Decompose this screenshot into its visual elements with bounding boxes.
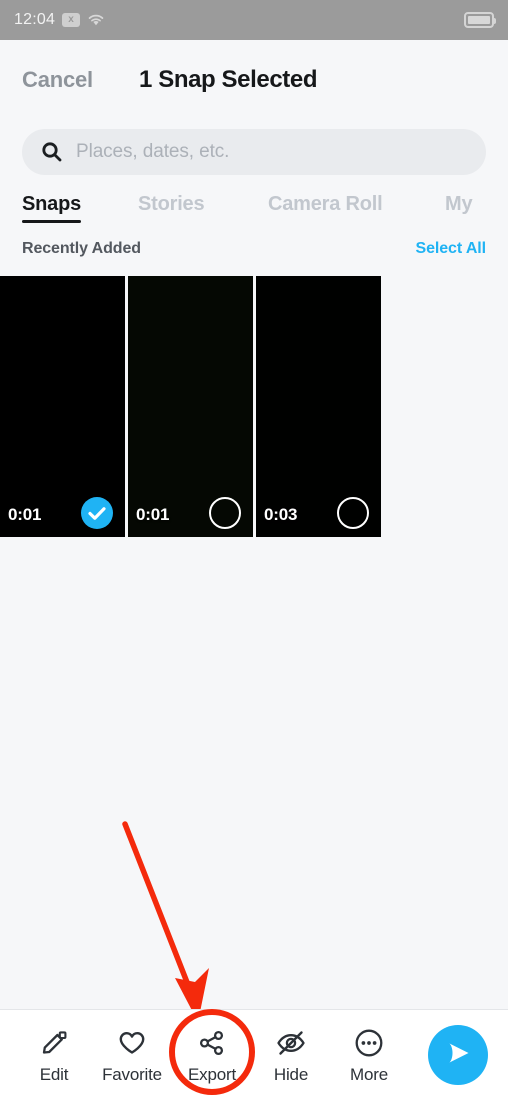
tab-stories[interactable]: Stories <box>138 193 205 216</box>
snap-duration: 0:01 <box>8 505 42 524</box>
more-button[interactable]: More <box>332 1026 406 1085</box>
bottom-toolbar: Edit Favorite Export Hide More <box>0 1009 508 1100</box>
battery-fill <box>468 16 490 24</box>
snap-duration: 0:03 <box>264 505 298 524</box>
hide-label: Hide <box>273 1065 309 1084</box>
snap-select-checkbox[interactable] <box>337 497 369 529</box>
snap-grid: 0:01 0:01 0:03 <box>0 276 508 537</box>
ellipsis-icon <box>353 1026 385 1060</box>
snap-duration: 0:01 <box>136 505 170 524</box>
status-bar-clock: 12:04 <box>14 11 56 28</box>
hide-button[interactable]: Hide <box>254 1026 328 1085</box>
send-arrow-icon <box>441 1036 475 1075</box>
search-input[interactable]: Places, dates, etc. <box>76 141 229 163</box>
snap-select-checkbox-checked[interactable] <box>81 497 113 529</box>
section-title: Recently Added <box>22 240 141 257</box>
search-bar[interactable]: Places, dates, etc. <box>22 129 486 175</box>
navigation-bar: Cancel 1 Snap Selected <box>0 40 508 120</box>
edit-label: Edit <box>39 1065 69 1084</box>
send-button[interactable] <box>428 1025 488 1085</box>
status-bar-left: 12:04 x <box>14 12 105 28</box>
page-title: 1 Snap Selected <box>139 66 318 93</box>
app-root: 12:04 x Cancel 1 Snap Selected Places, d… <box>0 0 508 1100</box>
pencil-icon <box>38 1026 70 1060</box>
snap-thumbnail[interactable]: 0:01 <box>128 276 253 537</box>
tab-snaps[interactable]: Snaps <box>22 193 81 223</box>
favorite-button[interactable]: Favorite <box>95 1026 169 1085</box>
share-icon <box>196 1026 228 1060</box>
battery-icon <box>464 12 496 28</box>
heart-icon <box>116 1026 148 1060</box>
snap-select-checkbox[interactable] <box>209 497 241 529</box>
snap-thumbnail[interactable]: 0:01 <box>0 276 125 537</box>
close-badge-icon: x <box>62 13 81 27</box>
section-header: Recently Added Select All <box>0 240 508 266</box>
status-bar: 12:04 x <box>0 0 508 40</box>
wifi-icon <box>87 13 105 27</box>
export-button[interactable]: Export <box>175 1026 249 1085</box>
select-all-button[interactable]: Select All <box>416 240 487 258</box>
search-icon <box>40 140 64 164</box>
tab-camera-roll[interactable]: Camera Roll <box>268 193 383 216</box>
tab-my[interactable]: My <box>445 193 473 216</box>
tab-bar: Snaps Stories Camera Roll My <box>0 193 508 233</box>
snap-thumbnail[interactable]: 0:03 <box>256 276 381 537</box>
more-label: More <box>350 1065 388 1084</box>
eye-slash-icon <box>275 1026 307 1060</box>
cancel-button[interactable]: Cancel <box>22 67 93 93</box>
edit-button[interactable]: Edit <box>17 1026 91 1085</box>
favorite-label: Favorite <box>102 1065 162 1084</box>
export-label: Export <box>188 1065 236 1084</box>
tab-active-underline <box>22 220 82 223</box>
